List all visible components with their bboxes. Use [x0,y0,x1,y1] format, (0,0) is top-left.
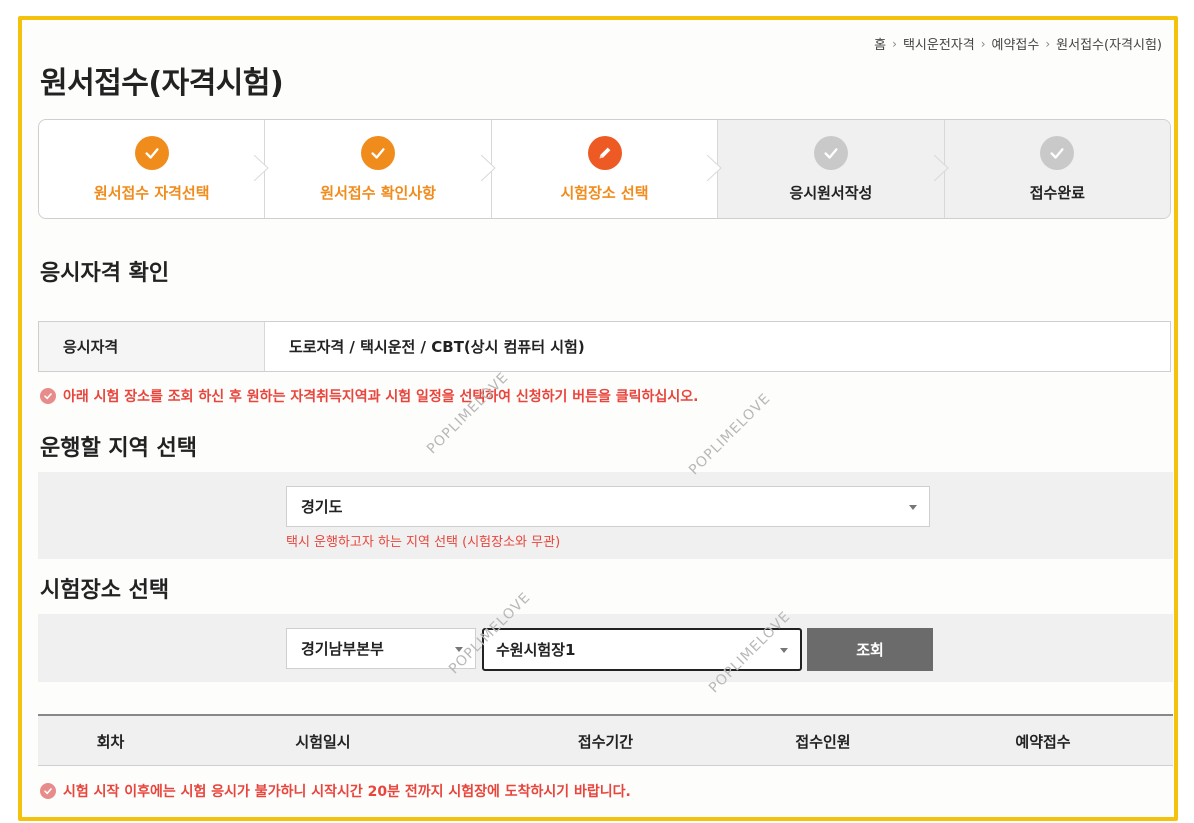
pencil-icon [587,135,622,170]
caret-down-icon [780,647,788,653]
region-selected-value: 경기도 [301,498,343,516]
step-arrow-icon [480,155,496,181]
breadcrumb-current: 원서접수(자격시험) [1056,38,1162,53]
check-icon [361,135,396,170]
hq-selected-value: 경기남부본부 [301,640,384,658]
column-reservation: 예약접수 [1015,732,1071,751]
step-arrow-icon [707,155,722,181]
step-label: 응시원서작성 [789,183,873,202]
column-application-period: 접수기간 [577,732,634,751]
search-button[interactable]: 조회 [807,628,933,671]
page-frame: 홈 › 택시운전자격 › 예약접수 › 원서접수(자격시험) 원서접수(자격시험… [18,16,1178,821]
watermark: POPLIMELOVE [686,390,774,479]
step-1: 원서접수 자격선택 [39,120,270,218]
step-4: 응시원서작성 [717,120,949,218]
notice-arrival: 시험 시작 이후에는 시험 응시가 불가하니 시작시간 20분 전까지 시험장에… [40,781,631,801]
step-2: 원서접수 확인사항 [264,120,496,218]
step-arrow-icon [933,155,949,181]
section-title-region: 운행할 지역 선택 [40,436,197,461]
section-title-venue: 시험장소 선택 [40,578,170,603]
step-label: 원서접수 자격선택 [93,183,210,202]
check-circle-icon [40,388,56,404]
section-title-qualification: 응시자격 확인 [40,261,170,286]
watermark: POPLIMELOVE [424,369,512,458]
check-circle-icon [40,783,56,799]
check-icon [813,135,848,170]
region-select[interactable]: 경기도 [286,486,930,527]
column-exam-datetime: 시험일시 [295,732,351,751]
check-icon [1040,135,1075,170]
chevron-right-icon: › [1045,36,1051,51]
notice-text: 아래 시험 장소를 조회 하신 후 원하는 자격취득지역과 시험 일정을 선택하… [63,389,699,405]
page-title: 원서접수(자격시험) [40,66,284,101]
chevron-right-icon: › [892,36,897,51]
step-progress: 원서접수 자격선택 원서접수 확인사항 시험장소 선택 응시원서작성 접수완료 [38,119,1171,219]
breadcrumb-taxi-qualification[interactable]: 택시운전자격 [903,34,975,53]
chevron-right-icon: › [980,36,986,51]
notice-select-venue: 아래 시험 장소를 조회 하신 후 원하는 자격취득지역과 시험 일정을 선택하… [40,386,698,406]
region-help-text: 택시 운행하고자 하는 지역 선택 (시험장소와 무관) [286,535,561,550]
notice-text: 시험 시작 이후에는 시험 응시가 불가하니 시작시간 20분 전까지 시험장에… [63,784,631,800]
caret-down-icon [909,504,917,510]
step-3: 시험장소 선택 [490,120,722,218]
venue-selected-value: 수원시험장1 [496,641,576,659]
qualification-value: 도로자격 / 택시운전 / CBT(상시 컴퓨터 시험) [289,338,585,356]
check-icon [134,135,169,170]
breadcrumb-home[interactable]: 홈 [874,34,886,53]
column-applicants: 접수인원 [795,732,851,751]
breadcrumb: 홈 › 택시운전자격 › 예약접수 › 원서접수(자격시험) [874,34,1162,54]
results-table-header: 회차 시험일시 접수기간 접수인원 예약접수 [38,714,1173,766]
breadcrumb-reservation[interactable]: 예약접수 [992,34,1040,53]
qualification-table: 응시자격 도로자격 / 택시운전 / CBT(상시 컴퓨터 시험) [38,321,1171,372]
step-label: 접수완료 [1029,183,1085,202]
step-label: 원서접수 확인사항 [320,183,436,202]
qualification-header: 응시자격 [39,322,265,371]
step-arrow-icon [254,155,270,181]
step-5: 접수완료 [943,120,1170,218]
column-round: 회차 [96,732,125,751]
step-label: 시험장소 선택 [560,183,649,202]
